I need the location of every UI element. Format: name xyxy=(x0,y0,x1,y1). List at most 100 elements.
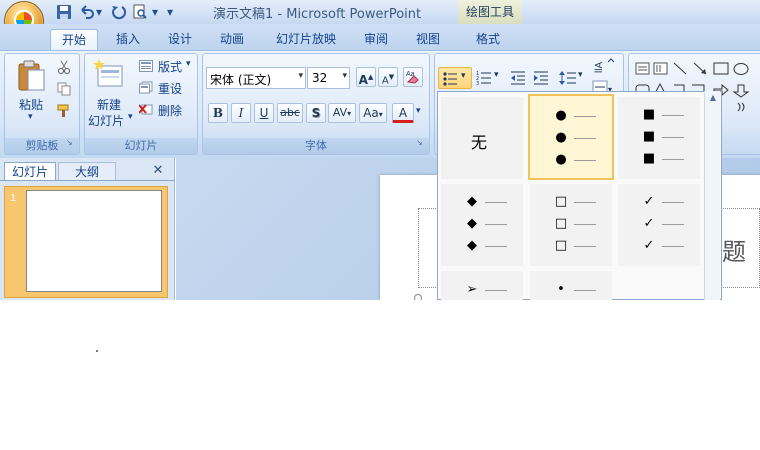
tab-slide-show[interactable]: 幻灯片放映 xyxy=(264,29,348,51)
title-text-fragment: 题 xyxy=(722,238,746,266)
tab-review[interactable]: 审阅 xyxy=(354,29,398,51)
bullet-marker: ● xyxy=(555,108,567,123)
redo-icon[interactable] xyxy=(110,4,127,20)
gallery-scrollbar[interactable]: ▲ xyxy=(704,91,720,300)
paste-icon[interactable] xyxy=(16,58,46,92)
bullet-marker: ■ xyxy=(642,151,656,166)
character-spacing-button[interactable]: AV▾ xyxy=(328,103,356,123)
print-preview-icon[interactable] xyxy=(132,4,148,20)
bullet-option-none[interactable]: 无 xyxy=(441,97,523,179)
font-name-value: 宋体 (正文) xyxy=(210,73,272,87)
bullet-option-arrow[interactable]: ➢ xyxy=(441,271,523,300)
cut-icon[interactable] xyxy=(57,60,71,74)
tab-slides[interactable]: 幻灯片 xyxy=(4,162,56,180)
change-case-label: Aa xyxy=(363,106,379,120)
clipboard-launcher-icon[interactable]: ↘ xyxy=(66,138,76,148)
delete-slide-icon xyxy=(138,103,153,116)
font-color-button[interactable]: A xyxy=(392,103,414,123)
copy-icon[interactable] xyxy=(57,82,71,96)
bullet-option-filled-circle[interactable]: ● ● ● xyxy=(528,94,614,180)
slide-thumbnail[interactable] xyxy=(26,190,162,292)
layout-button[interactable]: 版式 xyxy=(158,58,182,75)
font-name-select[interactable]: 宋体 (正文) ▾ xyxy=(206,67,306,89)
font-size-value: 32 xyxy=(312,71,328,85)
save-icon[interactable] xyxy=(56,4,72,20)
bullet-marker: □ xyxy=(554,238,568,253)
undo-icon[interactable] xyxy=(78,4,94,20)
delete-slide-button[interactable]: 删除 xyxy=(158,102,182,119)
tab-home[interactable]: 开始 xyxy=(50,29,98,51)
slide-number: 1 xyxy=(10,193,17,204)
tab-outline[interactable]: 大纲 xyxy=(58,162,116,180)
tab-animations[interactable]: 动画 xyxy=(210,29,254,51)
bullet-marker: ◆ xyxy=(467,194,477,209)
bullet-marker: • xyxy=(557,282,565,297)
numbering-button[interactable]: 123 ▾ xyxy=(474,67,504,89)
tab-design[interactable]: 设计 xyxy=(158,29,202,51)
bullet-marker: ◆ xyxy=(467,238,477,253)
layout-icon xyxy=(139,60,153,72)
character-spacing-label: AV xyxy=(332,106,348,119)
blank-area xyxy=(0,300,760,450)
bullet-option-hollow-square[interactable]: □ □ □ xyxy=(530,184,612,266)
stray-pixel xyxy=(96,350,98,352)
decrease-indent-icon[interactable] xyxy=(510,70,526,86)
customize-quick-access-icon[interactable]: ▾ xyxy=(164,4,176,20)
bullet-marker: ● xyxy=(555,130,567,145)
context-tool-label: 绘图工具 xyxy=(465,5,514,19)
font-name-dropdown-icon[interactable]: ▾ xyxy=(298,71,303,81)
close-pane-icon[interactable]: ✕ xyxy=(150,162,166,180)
change-case-button[interactable]: Aa▾ xyxy=(359,103,387,123)
new-slide-dropdown-icon[interactable]: ▾ xyxy=(128,112,133,122)
font-size-dropdown-icon[interactable]: ▾ xyxy=(342,71,347,81)
font-launcher-icon[interactable]: ↘ xyxy=(416,138,426,148)
print-dropdown-icon[interactable]: ▾ xyxy=(150,4,160,20)
clear-formatting-icon[interactable]: Aa xyxy=(403,67,423,87)
shrink-font-label: A xyxy=(381,75,389,87)
paste-button-label[interactable]: 粘贴 xyxy=(19,96,43,113)
underline-button[interactable]: U xyxy=(254,103,274,123)
bullet-option-diamond[interactable]: ◆ ◆ ◆ xyxy=(441,184,523,266)
tab-insert[interactable]: 插入 xyxy=(106,29,150,51)
grow-font-button[interactable]: A▲ xyxy=(356,67,376,87)
layout-dropdown-icon[interactable]: ▾ xyxy=(186,59,191,69)
bullet-option-filled-square[interactable]: ■ ■ ■ xyxy=(618,97,700,179)
undo-dropdown-icon[interactable]: ▾ xyxy=(94,4,104,20)
italic-button[interactable]: I xyxy=(231,103,251,123)
bullet-option-checkmark[interactable]: ✓ ✓ ✓ xyxy=(618,184,700,266)
paste-dropdown-icon[interactable]: ▾ xyxy=(28,112,33,122)
font-size-select[interactable]: 32 ▾ xyxy=(307,67,350,89)
tab-format[interactable]: 格式 xyxy=(466,29,510,51)
font-group-label: 字体 xyxy=(203,138,429,154)
strikethrough-button[interactable]: abc xyxy=(277,103,303,123)
bullet-option-small-dot[interactable]: • xyxy=(530,271,612,300)
bullet-marker: □ xyxy=(554,216,568,231)
bullets-dropdown-icon[interactable]: ▾ xyxy=(461,71,466,81)
bullet-marker: ● xyxy=(555,152,567,167)
bullet-marker: □ xyxy=(554,194,568,209)
shrink-font-button[interactable]: A▼ xyxy=(378,67,398,87)
tab-view[interactable]: 视图 xyxy=(406,29,450,51)
pane-divider xyxy=(0,180,175,181)
line-spacing-dropdown-icon[interactable]: ▾ xyxy=(578,70,583,80)
shadow-button[interactable]: S xyxy=(306,103,326,123)
bold-button[interactable]: B xyxy=(208,103,228,123)
font-color-dropdown-icon[interactable]: ▾ xyxy=(416,106,421,116)
slides-group-label: 幻灯片 xyxy=(85,138,197,154)
numbering-dropdown-icon[interactable]: ▾ xyxy=(494,70,499,80)
svg-text:3: 3 xyxy=(476,81,479,86)
new-slide-label-1[interactable]: 新建 xyxy=(97,96,121,113)
bullet-option-none-label: 无 xyxy=(471,133,488,152)
text-direction-icon[interactable]: llA xyxy=(592,58,616,76)
bullets-button[interactable]: ▾ xyxy=(438,67,472,89)
reset-button[interactable]: 重设 xyxy=(158,80,182,97)
reset-icon xyxy=(139,81,153,94)
new-slide-label-2[interactable]: 幻灯片 xyxy=(88,112,124,129)
increase-indent-icon[interactable] xyxy=(533,70,549,86)
svg-text:llA: llA xyxy=(594,62,605,73)
scroll-up-icon[interactable]: ▲ xyxy=(707,93,719,103)
bullet-marker: ✓ xyxy=(643,194,655,209)
new-slide-icon[interactable] xyxy=(92,58,126,92)
format-painter-icon[interactable] xyxy=(57,104,71,118)
line-spacing-button[interactable]: ▾ xyxy=(557,67,587,89)
